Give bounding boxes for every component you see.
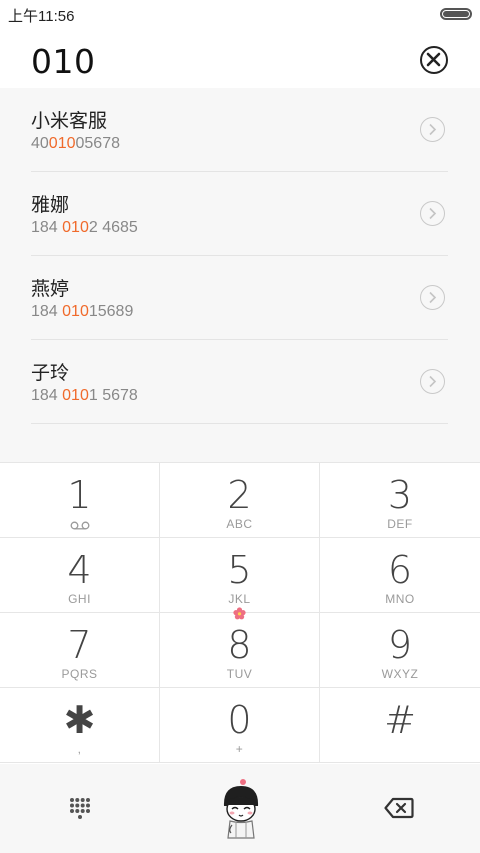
status-bar: 上午11:56 <box>0 0 480 28</box>
key-4[interactable]: 4 GHI <box>0 538 160 613</box>
contact-number: 184 0101 5678 <box>31 387 138 404</box>
contact-name: 小米客服 <box>31 110 108 132</box>
match-highlight: 010 <box>48 135 76 152</box>
key-star[interactable]: ✱ , <box>0 688 160 763</box>
clear-icon[interactable] <box>420 46 448 74</box>
chevron-right-icon[interactable] <box>420 285 445 310</box>
chevron-right-icon[interactable] <box>420 117 445 142</box>
backspace-icon[interactable] <box>384 797 414 819</box>
key-hash[interactable]: # <box>320 688 480 763</box>
contact-row[interactable]: 雅娜 184 0102 4685 <box>31 172 448 256</box>
contact-number: 4001005678 <box>31 135 120 152</box>
contact-row[interactable]: 燕婷 184 01015689 <box>31 256 448 340</box>
bottom-action-bar <box>0 764 480 853</box>
chevron-right-icon[interactable] <box>420 369 445 394</box>
key-8[interactable]: 8 TUV <box>160 613 320 688</box>
key-9[interactable]: 9 WXYZ <box>320 613 480 688</box>
contact-number: 184 01015689 <box>31 303 134 320</box>
key-6[interactable]: 6 MNO <box>320 538 480 613</box>
flower-icon <box>233 607 246 620</box>
battery-icon <box>440 8 472 20</box>
match-highlight: 010 <box>62 387 89 404</box>
contact-number: 184 0102 4685 <box>31 219 138 236</box>
key-3[interactable]: 3 DEF <box>320 463 480 538</box>
key-7[interactable]: 7 PQRS <box>0 613 160 688</box>
contact-name: 雅娜 <box>31 194 70 216</box>
key-1[interactable]: 1 <box>0 463 160 538</box>
contact-row[interactable]: 子玲 184 0101 5678 <box>31 340 448 424</box>
chevron-right-icon[interactable] <box>420 201 445 226</box>
key-2[interactable]: 2 ABC <box>160 463 320 538</box>
key-5[interactable]: 5 JKL <box>160 538 320 613</box>
contact-name: 子玲 <box>31 362 70 384</box>
contact-row[interactable]: 小米客服 4001005678 <box>31 88 448 172</box>
key-0[interactable]: 0 + <box>160 688 320 763</box>
match-highlight: 010 <box>62 303 89 320</box>
status-time: 上午11:56 <box>8 8 75 25</box>
dialed-number-bar: 010 <box>0 28 480 88</box>
dialed-number[interactable]: 010 <box>31 42 96 81</box>
keypad-grid-icon[interactable] <box>68 797 92 821</box>
cartoon-dial-icon[interactable] <box>214 778 268 840</box>
voicemail-icon <box>70 521 90 530</box>
dial-keypad: 1 2 ABC 3 DEF 4 GHI 5 JKL 6 MNO 7 PQRS 8… <box>0 462 480 764</box>
match-highlight: 010 <box>62 219 89 236</box>
contact-name: 燕婷 <box>31 278 70 300</box>
contact-results-list: 小米客服 4001005678 雅娜 184 0102 4685 燕婷 184 … <box>0 88 480 462</box>
